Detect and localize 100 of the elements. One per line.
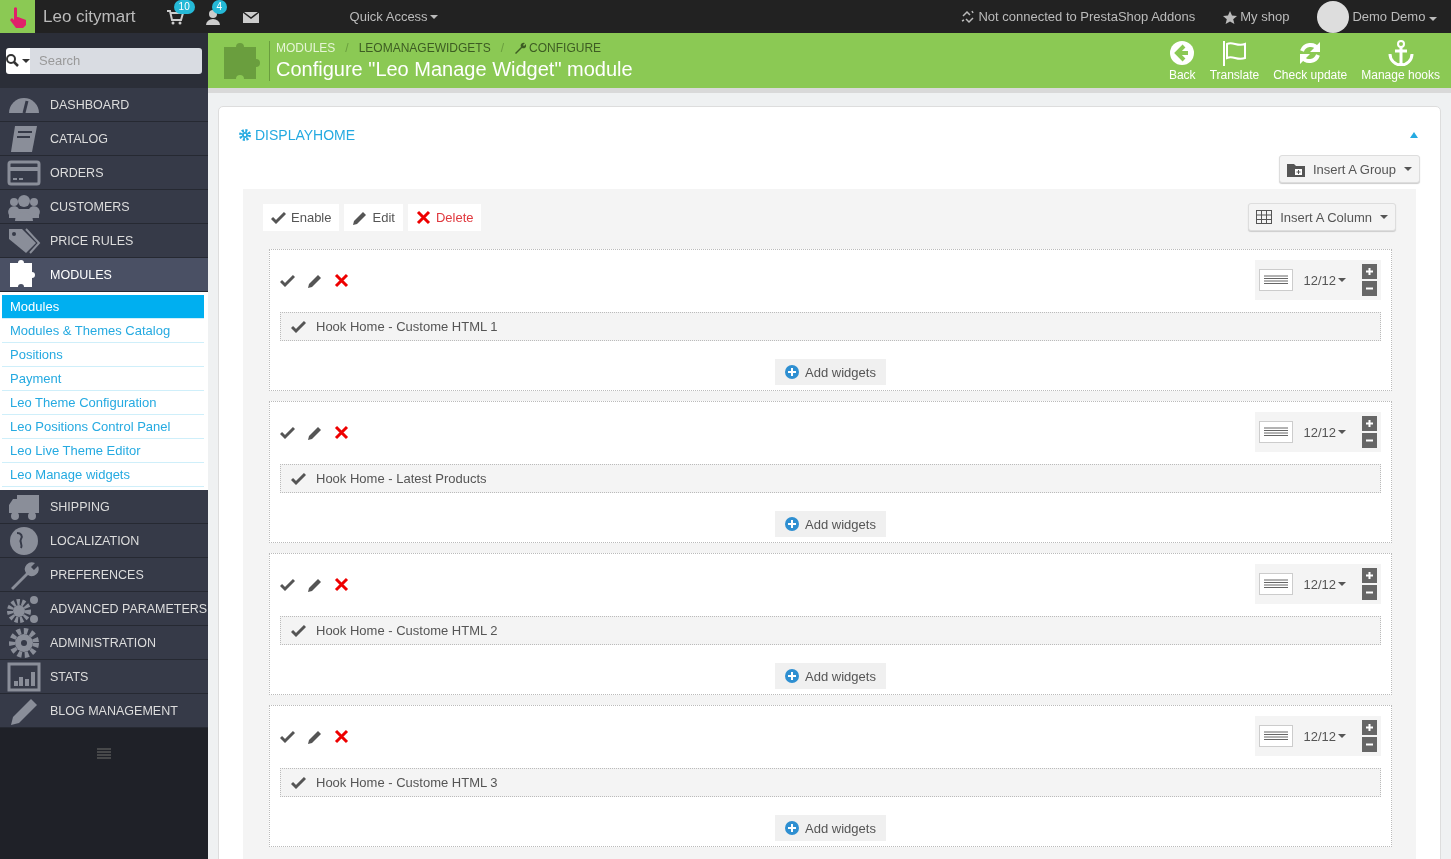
avatar[interactable] <box>1317 0 1350 33</box>
sidebar-item[interactable]: PRICE RULES <box>0 224 208 258</box>
search-button[interactable] <box>6 47 30 74</box>
increase-button[interactable] <box>1362 264 1377 279</box>
increase-button[interactable] <box>1362 568 1377 583</box>
sidebar-item[interactable]: ADVANCED PARAMETERS <box>0 592 208 626</box>
decrease-button[interactable] <box>1362 737 1377 752</box>
count-badge: 10 <box>173 0 195 14</box>
increase-button[interactable] <box>1362 416 1377 431</box>
lines-icon <box>1264 731 1289 741</box>
flag-icon <box>1221 39 1248 66</box>
delete-button[interactable]: Delete <box>407 203 482 231</box>
my-shop-link[interactable]: My shop <box>1240 9 1290 24</box>
width-dropdown[interactable]: 12/12 <box>1299 576 1350 592</box>
widget-row[interactable]: Hook Home - Custome HTML 3 <box>280 768 1381 797</box>
check-icon[interactable] <box>280 272 295 288</box>
add-widgets-button[interactable]: Add widgets <box>775 359 886 385</box>
decrease-button[interactable] <box>1362 433 1377 448</box>
widget-row[interactable]: Hook Home - Custome HTML 2 <box>280 616 1381 645</box>
panel-title: DISPLAYHOME <box>255 127 356 143</box>
add-widgets-button[interactable]: Add widgets <box>775 511 886 537</box>
check-icon <box>291 319 306 334</box>
lines-icon <box>1264 275 1289 285</box>
lines-icon <box>1264 579 1289 589</box>
sidebar-item[interactable]: SHIPPING <box>0 490 208 524</box>
minus-icon <box>1366 437 1373 444</box>
check-icon <box>291 471 306 486</box>
search-icon <box>6 54 19 67</box>
sidebar-item[interactable]: BLOG MANAGEMENT <box>0 694 208 728</box>
width-dropdown[interactable]: 12/12 <box>1299 272 1350 288</box>
pencil-icon[interactable] <box>307 272 322 288</box>
addons-status[interactable]: Not connected to PrestaShop Addons <box>978 9 1196 24</box>
anchor-icon <box>1387 39 1414 66</box>
person-icon[interactable] <box>203 8 222 25</box>
check-icon[interactable] <box>280 576 295 592</box>
cart-icon[interactable] <box>165 8 184 25</box>
increase-button[interactable] <box>1362 720 1377 735</box>
check-icon <box>271 209 286 225</box>
breadcrumb-separator: / <box>500 40 505 55</box>
edit-button[interactable]: Edit <box>344 203 403 231</box>
x-icon[interactable] <box>334 272 349 288</box>
quick-access-menu[interactable]: Quick Access <box>349 9 438 24</box>
plus-circle-icon <box>785 517 800 531</box>
check-icon <box>291 623 306 638</box>
shop-name[interactable]: Leo citymart <box>43 6 136 27</box>
table-icon <box>1256 210 1273 224</box>
sidebar-item[interactable]: MODULES <box>0 258 208 292</box>
widget-row[interactable]: Hook Home - Latest Products <box>280 464 1381 493</box>
lines-icon <box>1264 427 1289 437</box>
sidebar-item[interactable]: ORDERS <box>0 156 208 190</box>
check-icon[interactable] <box>280 424 295 440</box>
back-icon <box>1169 39 1196 66</box>
enable-button[interactable]: Enable <box>263 203 340 231</box>
widget-row[interactable]: Hook Home - Custome HTML 1 <box>280 312 1381 341</box>
breadcrumb-item[interactable]: LEOMANAGEWIDGETS <box>358 40 491 55</box>
width-dropdown[interactable]: 12/12 <box>1299 424 1350 440</box>
width-dropdown[interactable]: 12/12 <box>1299 728 1350 744</box>
insert-column-button[interactable]: Insert A Column <box>1248 203 1396 231</box>
collapse-toggle[interactable] <box>1410 132 1418 138</box>
sidebar-item[interactable]: CATALOG <box>0 122 208 156</box>
pencil-icon[interactable] <box>307 576 322 592</box>
check-icon[interactable] <box>280 728 295 744</box>
add-widgets-button[interactable]: Add widgets <box>775 663 886 689</box>
folder-plus-icon <box>1286 161 1305 177</box>
page-title: Configure "Leo Manage Widget" module <box>276 57 634 81</box>
pencil-icon <box>352 209 368 225</box>
breadcrumb-item[interactable]: CONFIGURE <box>529 40 602 55</box>
wrench-icon <box>514 41 527 54</box>
x-icon[interactable] <box>334 728 349 744</box>
pencil-icon[interactable] <box>307 728 322 744</box>
x-icon[interactable] <box>334 424 349 440</box>
check-icon <box>291 775 306 790</box>
star-icon <box>1223 9 1238 24</box>
add-widgets-button[interactable]: Add widgets <box>775 815 886 841</box>
plus-icon <box>1366 268 1373 275</box>
minus-icon <box>1366 741 1373 748</box>
plus-icon <box>1366 420 1373 427</box>
breadcrumb-separator: / <box>345 40 349 55</box>
minus-icon <box>1366 285 1373 292</box>
pencil-icon[interactable] <box>307 424 322 440</box>
decrease-button[interactable] <box>1362 585 1377 600</box>
x-icon[interactable] <box>334 576 349 592</box>
plus-circle-icon <box>785 669 800 683</box>
hand-pointer-icon <box>7 5 28 28</box>
plus-icon <box>1366 572 1373 579</box>
sidebar-item[interactable]: ADMINISTRATION <box>0 626 208 660</box>
sidebar-item[interactable]: PREFERENCES <box>0 558 208 592</box>
decrease-button[interactable] <box>1362 281 1377 296</box>
plus-icon <box>1366 724 1373 731</box>
plus-circle-icon <box>785 365 800 379</box>
search-field[interactable]: Search <box>30 47 202 74</box>
sidebar-item[interactable]: DASHBOARD <box>0 88 208 122</box>
sidebar-item[interactable]: LOCALIZATION <box>0 524 208 558</box>
plus-circle-icon <box>785 821 800 835</box>
user-menu[interactable]: Demo Demo <box>1352 9 1437 24</box>
insert-group-button[interactable]: Insert A Group <box>1278 155 1420 183</box>
sidebar-item[interactable]: STATS <box>0 660 208 694</box>
sidebar-item[interactable]: CUSTOMERS <box>0 190 208 224</box>
chart-icon <box>7 660 41 693</box>
x-icon <box>415 209 431 225</box>
